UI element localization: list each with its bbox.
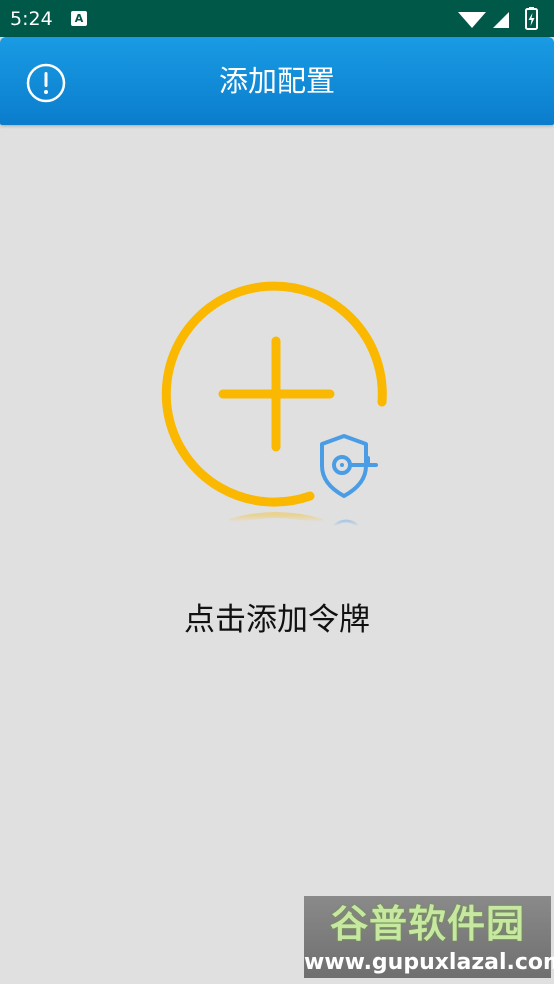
status-bar: 5:24 A bbox=[0, 0, 554, 37]
wifi-icon bbox=[458, 12, 486, 28]
watermark: 谷普软件园 www.gupuxlazal.com bbox=[304, 896, 554, 978]
add-token-label[interactable]: 点击添加令牌 bbox=[0, 598, 554, 642]
notification-icon: A bbox=[71, 11, 87, 26]
watermark-name: 谷普软件园 bbox=[329, 902, 525, 946]
add-token-button[interactable] bbox=[150, 270, 404, 540]
status-icons bbox=[458, 7, 538, 30]
add-token-icon bbox=[161, 281, 387, 528]
app-bar: 添加配置 bbox=[0, 37, 554, 125]
watermark-url: www.gupuxlazal.com bbox=[304, 950, 554, 975]
status-time: 5:24 bbox=[10, 8, 53, 30]
page-title: 添加配置 bbox=[218, 64, 335, 98]
battery-charging-icon bbox=[525, 7, 538, 30]
signal-icon bbox=[493, 12, 509, 28]
shield-key-icon bbox=[320, 434, 378, 498]
